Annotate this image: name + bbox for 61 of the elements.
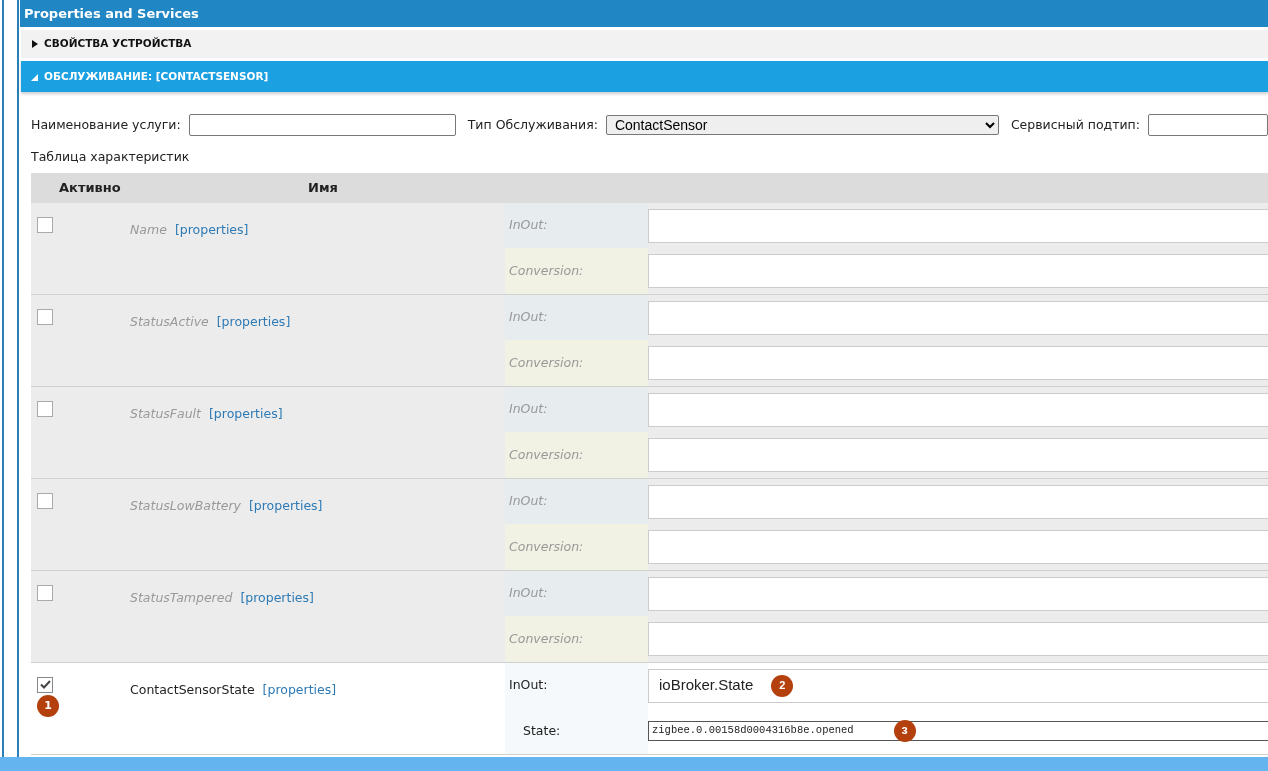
column-header: Имя [307, 179, 338, 197]
field-value: ioBroker.State [659, 675, 754, 696]
field-label: Conversion: [505, 432, 648, 478]
step-marker: 3 [893, 720, 916, 742]
conversion-field[interactable] [648, 438, 1268, 472]
conversion-field[interactable] [648, 622, 1268, 656]
conversion-field[interactable] [648, 346, 1268, 380]
step-marker: 1 [37, 694, 59, 717]
inout-field[interactable] [648, 208, 1268, 243]
inout-field[interactable] [648, 392, 1268, 427]
field-label: Тип Обслуживания: [467, 115, 598, 134]
field-label: Conversion: [505, 340, 648, 386]
field-label: Conversion: [505, 248, 648, 294]
properties-link[interactable]: [properties] [248, 497, 323, 513]
field-value: zigbee.0.00158d0004316b8e.opened [652, 723, 854, 739]
service-subtype-field[interactable] [1148, 114, 1268, 136]
conversion-field[interactable] [648, 254, 1268, 288]
caret-icon [31, 72, 38, 81]
inout-field[interactable] [648, 484, 1268, 519]
section-header[interactable]: СВОЙСТВА УСТРОЙСТВА [21, 30, 1268, 58]
checkbox[interactable] [37, 308, 53, 325]
checkbox[interactable] [37, 400, 53, 417]
section-header[interactable]: ОБСЛУЖИВАНИЕ: [CONTACTSENSOR] [21, 61, 1268, 92]
service-name-field[interactable] [188, 114, 456, 136]
column-header: Активно [58, 179, 122, 197]
field-label: Сервисный подтип: [1010, 115, 1140, 134]
conversion-field[interactable] [648, 530, 1268, 564]
inout-field[interactable]: ioBroker.State 2 [648, 668, 1268, 703]
characteristic-name: Name [130, 221, 167, 237]
caret-icon [31, 40, 38, 48]
field-label: InOut: [505, 294, 648, 341]
window-title: Properties and Services [20, 0, 1268, 27]
field-label: InOut: [505, 202, 648, 249]
inout-field[interactable] [648, 300, 1268, 335]
properties-link[interactable]: [properties] [174, 221, 249, 237]
field-label: State: [505, 708, 648, 754]
checkbox[interactable] [37, 492, 53, 509]
service-type-select[interactable]: ContactSensor [605, 115, 999, 135]
state-field[interactable]: zigbee.0.00158d0004316b8e.opened 3 [648, 721, 1268, 741]
characteristic-name: StatusLowBattery [130, 497, 241, 513]
properties-link[interactable]: [properties] [209, 405, 283, 421]
field-label: InOut: [505, 570, 648, 617]
properties-link[interactable]: [properties] [216, 313, 291, 329]
field-label: Наименование услуги: [31, 115, 181, 134]
characteristic-name: StatusActive [130, 313, 209, 329]
inout-field[interactable] [648, 576, 1268, 611]
characteristic-name: ContactSensorState [130, 681, 255, 697]
field-label: InOut: [505, 386, 648, 433]
characteristic-name: StatusTampered [130, 589, 233, 605]
field-label: InOut: [505, 478, 648, 525]
field-label: Conversion: [505, 616, 648, 662]
properties-link[interactable]: [properties] [240, 589, 314, 605]
characteristic-name: StatusFault [130, 405, 201, 421]
step-marker: 2 [771, 674, 794, 697]
checkbox[interactable] [37, 676, 53, 693]
field-label: Conversion: [505, 524, 648, 570]
properties-link[interactable]: [properties] [262, 681, 337, 697]
field-label: InOut: [505, 662, 648, 709]
checkbox[interactable] [37, 216, 53, 233]
checkbox[interactable] [37, 584, 53, 601]
table-caption: Таблица характеристик [30, 148, 191, 166]
